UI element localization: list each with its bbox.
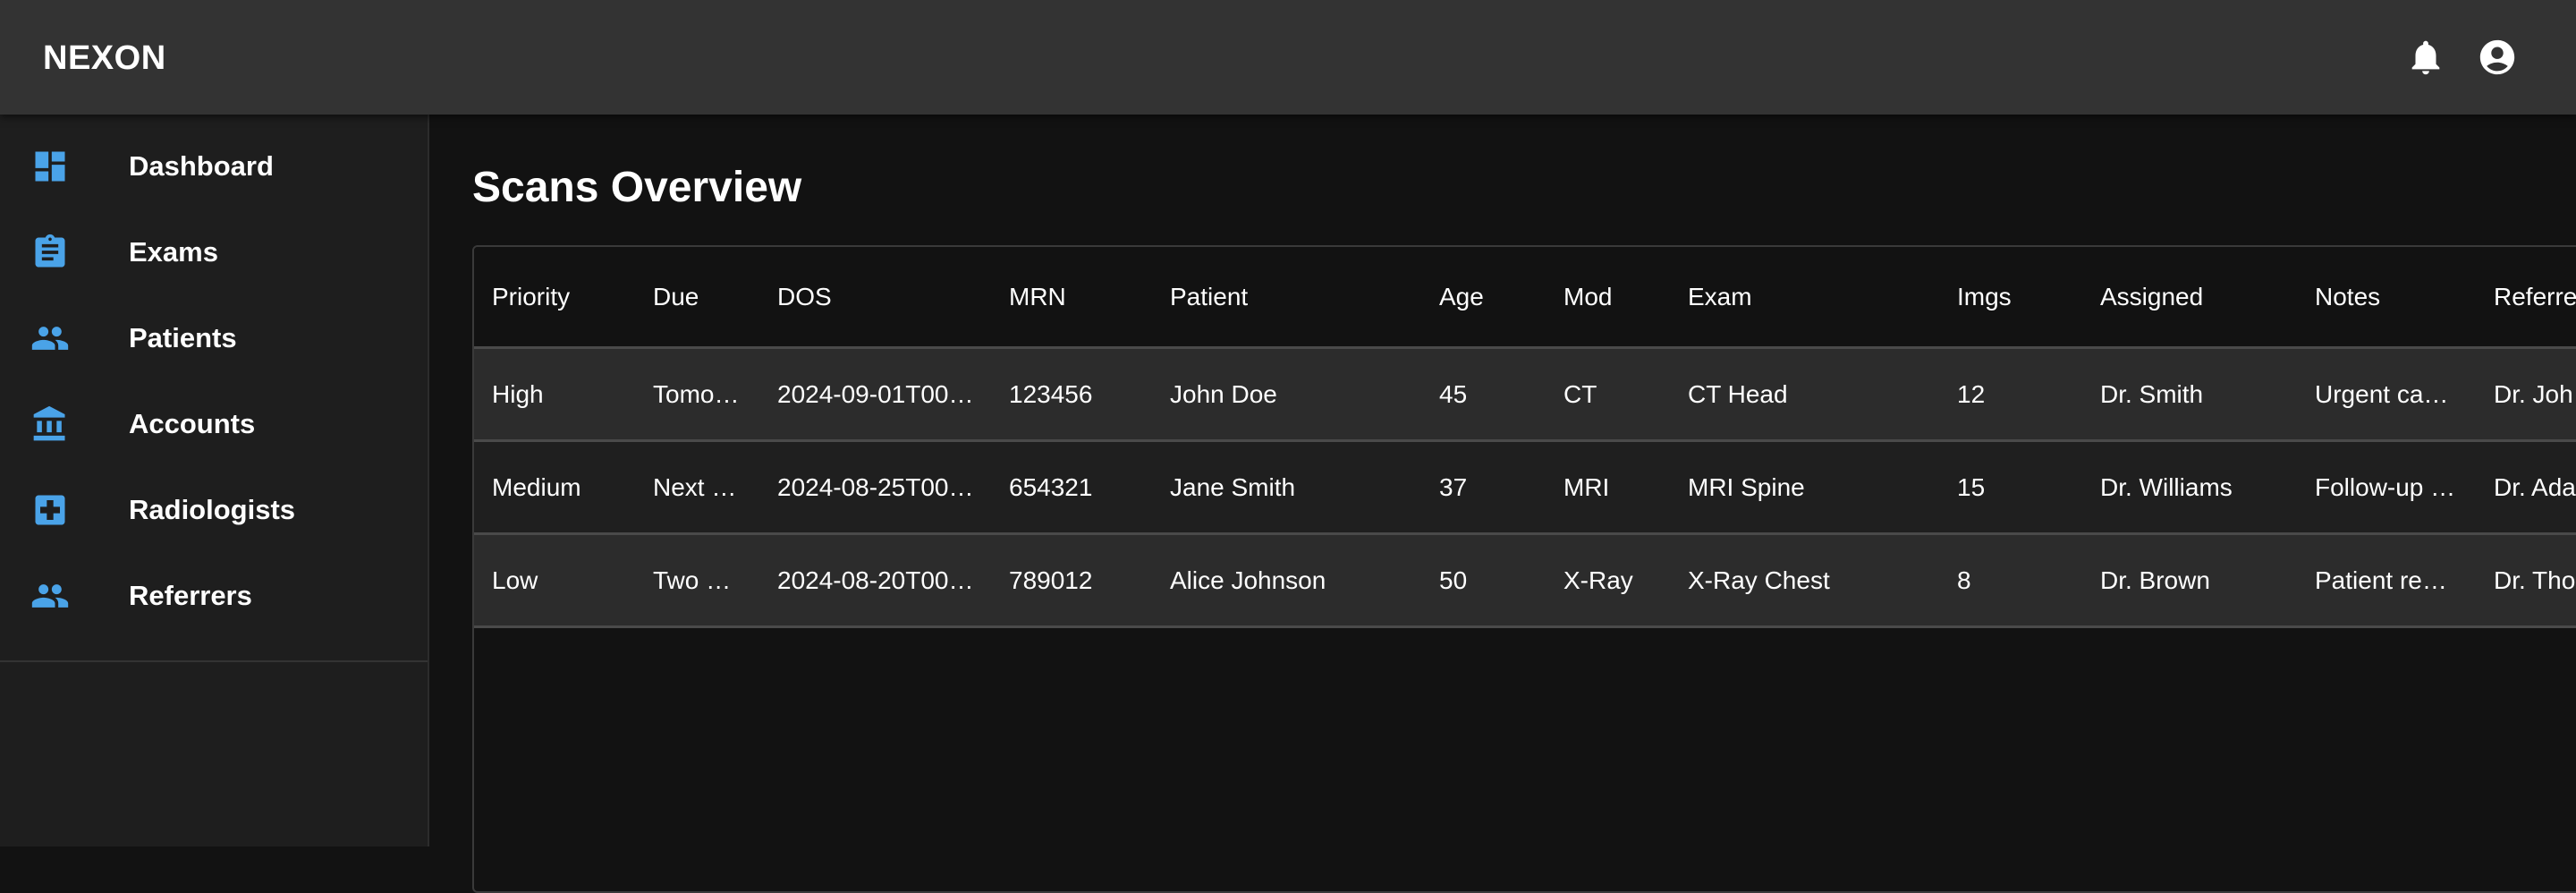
cell-exam: X-Ray Chest: [1688, 566, 1830, 594]
table-row[interactable]: High Tomo… 2024-09-01T00… 123456 John Do…: [474, 349, 2576, 442]
app-bar: NEXON: [0, 0, 2576, 115]
cell-due: Tomo…: [653, 379, 740, 408]
column-header-mod[interactable]: Mod: [1563, 247, 1688, 346]
column-header-exam[interactable]: Exam: [1688, 247, 1957, 346]
cell-assigned: Dr. Williams: [2100, 472, 2233, 501]
sidebar-item-exams[interactable]: Exams: [0, 209, 428, 295]
sidebar: Dashboard Exams Patients Accounts Radiol…: [0, 115, 429, 846]
sidebar-item-dashboard[interactable]: Dashboard: [0, 123, 428, 209]
cell-imgs: 12: [1957, 379, 1986, 408]
sidebar-item-patients[interactable]: Patients: [0, 295, 428, 381]
column-header-dos[interactable]: DOS: [777, 247, 1009, 346]
cell-patient: Alice Johnson: [1170, 566, 1326, 594]
sidebar-list: Dashboard Exams Patients Accounts Radiol…: [0, 115, 428, 662]
cell-imgs: 15: [1957, 472, 1986, 501]
cell-referrer: Dr. Joh: [2494, 379, 2573, 408]
column-header-imgs[interactable]: Imgs: [1957, 247, 2100, 346]
brand-logo[interactable]: NEXON: [43, 38, 166, 79]
cell-due: Two …: [653, 566, 732, 594]
sidebar-item-radiologists[interactable]: Radiologists: [0, 467, 428, 553]
sidebar-item-label: Patients: [129, 322, 237, 353]
cell-mod: X-Ray: [1563, 566, 1633, 594]
cell-exam: CT Head: [1688, 379, 1788, 408]
column-header-patient[interactable]: Patient: [1170, 247, 1439, 346]
column-header-referrer[interactable]: Referrer: [2494, 247, 2576, 346]
cell-assigned: Dr. Brown: [2100, 566, 2210, 594]
cell-priority: Medium: [492, 472, 581, 501]
table-header-row: Priority Due DOS MRN Patient Age Mod Exa…: [474, 247, 2576, 349]
bank-icon: [29, 403, 72, 446]
cell-age: 50: [1439, 566, 1468, 594]
sidebar-item-accounts[interactable]: Accounts: [0, 381, 428, 467]
table-row[interactable]: Medium Next … 2024-08-25T00… 654321 Jane…: [474, 442, 2576, 535]
cell-due: Next …: [653, 472, 737, 501]
cell-patient: Jane Smith: [1170, 472, 1296, 501]
scans-table: Priority Due DOS MRN Patient Age Mod Exa…: [472, 245, 2576, 893]
medical-cross-icon: [29, 489, 72, 532]
cell-dos: 2024-09-01T00…: [777, 379, 974, 408]
cell-dos: 2024-08-25T00…: [777, 472, 974, 501]
cell-notes: Follow-up …: [2315, 472, 2456, 501]
people-icon: [29, 574, 72, 617]
cell-notes: Patient re…: [2315, 566, 2447, 594]
column-header-mrn[interactable]: MRN: [1009, 247, 1170, 346]
column-header-assigned[interactable]: Assigned: [2100, 247, 2315, 346]
sidebar-item-label: Accounts: [129, 408, 256, 439]
cell-mrn: 654321: [1009, 472, 1093, 501]
cell-mrn: 123456: [1009, 379, 1093, 408]
sidebar-item-label: Referrers: [129, 580, 252, 611]
cell-age: 45: [1439, 379, 1468, 408]
cell-referrer: Dr. Ada: [2494, 472, 2576, 501]
column-header-priority[interactable]: Priority: [492, 247, 653, 346]
people-icon: [29, 317, 72, 360]
data-grid: Priority Due DOS MRN Patient Age Mod Exa…: [474, 247, 2576, 628]
cell-mod: CT: [1563, 379, 1597, 408]
cell-exam: MRI Spine: [1688, 472, 1805, 501]
page-title: Scans Overview: [472, 164, 802, 211]
cell-dos: 2024-08-20T00…: [777, 566, 974, 594]
column-header-notes[interactable]: Notes: [2315, 247, 2494, 346]
cell-mrn: 789012: [1009, 566, 1093, 594]
sidebar-item-label: Radiologists: [129, 494, 296, 525]
cell-priority: High: [492, 379, 544, 408]
dashboard-icon: [29, 145, 72, 188]
cell-priority: Low: [492, 566, 538, 594]
table-row[interactable]: Low Two … 2024-08-20T00… 789012 Alice Jo…: [474, 535, 2576, 628]
sidebar-item-label: Exams: [129, 236, 218, 268]
sidebar-item-referrers[interactable]: Referrers: [0, 553, 428, 639]
notifications-icon[interactable]: [2404, 36, 2447, 79]
cell-imgs: 8: [1957, 566, 1971, 594]
cell-mod: MRI: [1563, 472, 1610, 501]
main-content: Scans Overview Priority Due DOS MRN Pati…: [429, 115, 2576, 893]
cell-age: 37: [1439, 472, 1468, 501]
cell-notes: Urgent ca…: [2315, 379, 2449, 408]
column-header-due[interactable]: Due: [653, 247, 777, 346]
column-header-age[interactable]: Age: [1439, 247, 1563, 346]
assignment-icon: [29, 231, 72, 274]
account-circle-icon[interactable]: [2476, 36, 2519, 79]
sidebar-item-label: Dashboard: [129, 150, 274, 182]
cell-referrer: Dr. Tho: [2494, 566, 2576, 594]
cell-assigned: Dr. Smith: [2100, 379, 2204, 408]
sidebar-divider: [0, 660, 428, 662]
cell-patient: John Doe: [1170, 379, 1277, 408]
